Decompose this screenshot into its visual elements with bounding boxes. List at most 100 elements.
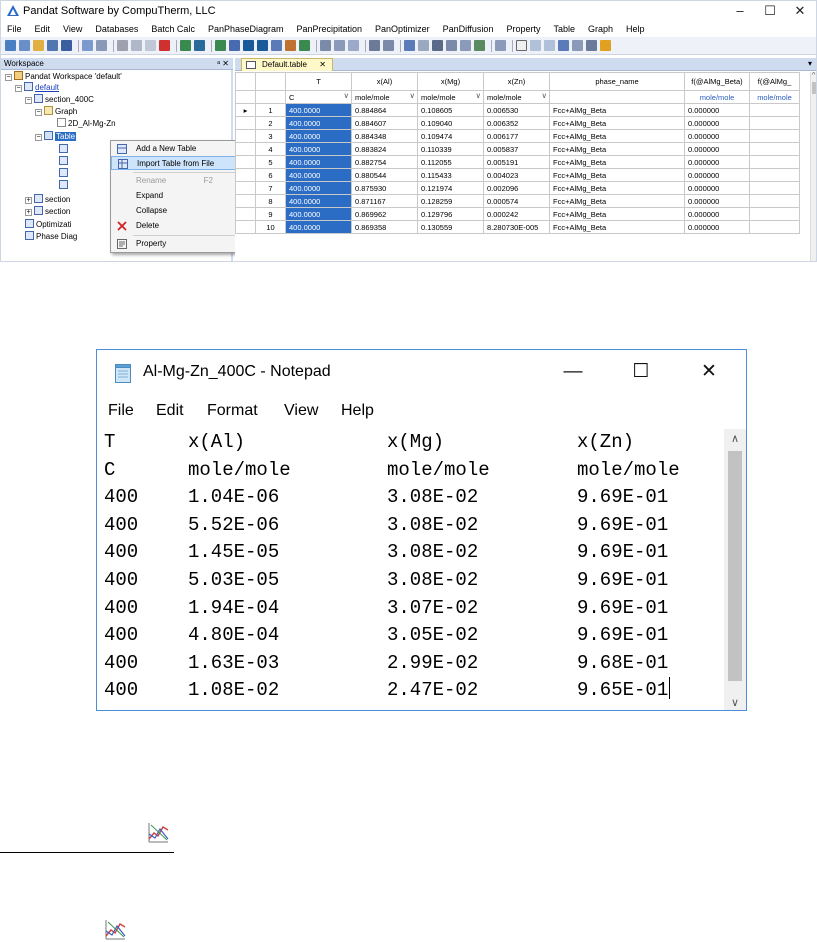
table-cell[interactable]: 0.883824 (351, 142, 418, 156)
table-cell[interactable]: 0.112055 (417, 155, 484, 169)
table-cell[interactable]: 0.006352 (483, 116, 550, 130)
unit-dropdown-xzn[interactable]: mole/mole ∨ (483, 90, 550, 104)
tree-root[interactable]: − Pandat Workspace 'default' (5, 71, 122, 82)
table-cell[interactable]: 0.000000 (684, 129, 750, 143)
table-cell[interactable] (749, 129, 800, 143)
zoom-reset-icon[interactable] (544, 40, 555, 51)
table-cell[interactable]: 0.000000 (684, 103, 750, 117)
table-cell[interactable]: 0.006530 (483, 103, 550, 117)
tree-section-b[interactable]: + section (25, 206, 70, 217)
table-row[interactable]: 3 400.0000 0.884348 0.109474 0.006177 Fcc+AlM… (235, 129, 800, 143)
table-cell[interactable]: 0.110339 (417, 142, 484, 156)
table-cell[interactable]: 0.884864 (351, 103, 418, 117)
table-cell[interactable] (749, 194, 800, 208)
tree-table-child-2[interactable] (59, 156, 70, 167)
close-button[interactable]: ✕ (785, 1, 815, 21)
row-indicator[interactable]: ▸ (235, 103, 256, 117)
table-row[interactable]: 5 400.0000 0.882754 0.112055 0.005191 Fcc+AlM… (235, 155, 800, 169)
copy-icon[interactable] (131, 40, 142, 51)
cut-icon[interactable] (117, 40, 128, 51)
collapse-icon[interactable]: − (35, 134, 42, 141)
graph-grid-icon[interactable] (383, 40, 394, 51)
print-icon[interactable] (96, 40, 107, 51)
cell-phase-name[interactable]: Fcc+AlMg_Beta (549, 181, 685, 195)
table-cell[interactable] (749, 103, 800, 117)
table-cell[interactable]: 0.004023 (483, 168, 550, 182)
table-cell[interactable]: 0.005191 (483, 155, 550, 169)
menu-edit[interactable]: Edit (35, 24, 51, 34)
scroll-up-icon[interactable]: ^ (812, 72, 815, 79)
point-icon[interactable] (243, 40, 254, 51)
expand-icon[interactable]: + (25, 197, 32, 204)
table-cell[interactable] (749, 220, 800, 234)
notepad-maximize-button[interactable]: ☐ (618, 350, 664, 394)
collapse-icon[interactable]: − (35, 109, 42, 116)
section-icon[interactable] (271, 40, 282, 51)
row-indicator[interactable] (235, 220, 256, 234)
row-indicator[interactable] (235, 168, 256, 182)
export-icon[interactable] (320, 40, 331, 51)
scale-icon[interactable] (474, 40, 485, 51)
table-cell[interactable]: 0.000000 (684, 181, 750, 195)
tree-phase-diagram[interactable]: Phase Diag (25, 231, 77, 242)
table-cell[interactable] (749, 116, 800, 130)
table-cell[interactable]: 8.280730E-005 (483, 220, 550, 234)
table-cell[interactable]: 0.115433 (417, 168, 484, 182)
row-indicator[interactable] (235, 116, 256, 130)
workspace-pin-close[interactable]: ᵃ ✕ (217, 58, 229, 70)
notepad-menu-file[interactable]: File (108, 398, 134, 424)
cell-t[interactable]: 400.0000 (285, 220, 352, 234)
cell-phase-name[interactable]: Fcc+AlMg_Beta (549, 129, 685, 143)
menu-batch-calc[interactable]: Batch Calc (151, 24, 195, 34)
tree-table[interactable]: − Table (35, 131, 77, 142)
table-cell[interactable] (749, 207, 800, 221)
unit-dropdown-t[interactable]: C ∨ (285, 90, 352, 104)
notepad-menu-edit[interactable]: Edit (156, 398, 184, 424)
table-cell[interactable]: 0.128259 (417, 194, 484, 208)
table-cell[interactable]: 0.109040 (417, 116, 484, 130)
expand-icon[interactable]: + (25, 209, 32, 216)
tree-table-child-3[interactable] (59, 168, 70, 179)
table-cell[interactable]: 0.129796 (417, 207, 484, 221)
print-preview-icon[interactable] (82, 40, 93, 51)
table-cell[interactable]: 0.006177 (483, 129, 550, 143)
cell-phase-name[interactable]: Fcc+AlMg_Beta (549, 168, 685, 182)
cell-t[interactable]: 400.0000 (285, 103, 352, 117)
menu-item-collapse[interactable]: Collapse (111, 204, 239, 218)
table-cell[interactable]: 0.109474 (417, 129, 484, 143)
download-icon[interactable] (215, 40, 226, 51)
cell-phase-name[interactable]: Fcc+AlMg_Beta (549, 155, 685, 169)
table-row[interactable]: ▸ 1 400.0000 0.884864 0.108605 0.006530 Fcc+Al… (235, 103, 800, 117)
menu-pandiffusion[interactable]: PanDiffusion (443, 24, 494, 34)
notepad-text-area[interactable]: Tx(Al) x(Mg) x(Zn) Cmole/mole mole/mole mole/… (97, 429, 724, 710)
cell-phase-name[interactable]: Fcc+AlMg_Beta (549, 116, 685, 130)
calc-icon[interactable] (180, 40, 191, 51)
col-header-t[interactable]: T (285, 72, 352, 91)
vertical-scrollbar[interactable]: ^ (810, 72, 816, 261)
table-cell[interactable]: 0.884607 (351, 116, 418, 130)
tab-close-icon[interactable]: ✕ (319, 59, 326, 71)
tree-section-a[interactable]: + section (25, 194, 70, 205)
open-folder-icon[interactable] (33, 40, 44, 51)
phase-icon[interactable] (299, 40, 310, 51)
menu-panphasediagram[interactable]: PanPhaseDiagram (208, 24, 284, 34)
table-cell[interactable]: 0.884348 (351, 129, 418, 143)
legend-icon[interactable] (572, 40, 583, 51)
table-icon[interactable] (194, 40, 205, 51)
menu-item-delete[interactable]: Delete (111, 219, 239, 233)
table-cell[interactable]: 0.000000 (684, 116, 750, 130)
cell-phase-name[interactable]: Fcc+AlMg_Beta (549, 142, 685, 156)
import-icon[interactable] (334, 40, 345, 51)
table-view-icon[interactable] (348, 40, 359, 51)
scroll-down-icon[interactable]: ∨ (724, 696, 746, 709)
table-cell[interactable]: 0.130559 (417, 220, 484, 234)
cell-t[interactable]: 400.0000 (285, 155, 352, 169)
table-cell[interactable]: 0.005837 (483, 142, 550, 156)
grid-icon[interactable] (229, 40, 240, 51)
table-cell[interactable]: 0.000000 (684, 155, 750, 169)
notepad-menu-view[interactable]: View (284, 398, 318, 424)
maximize-button[interactable]: ☐ (755, 1, 785, 21)
table-cell[interactable] (749, 142, 800, 156)
line-icon[interactable] (257, 40, 268, 51)
pencil-icon[interactable] (600, 40, 611, 51)
